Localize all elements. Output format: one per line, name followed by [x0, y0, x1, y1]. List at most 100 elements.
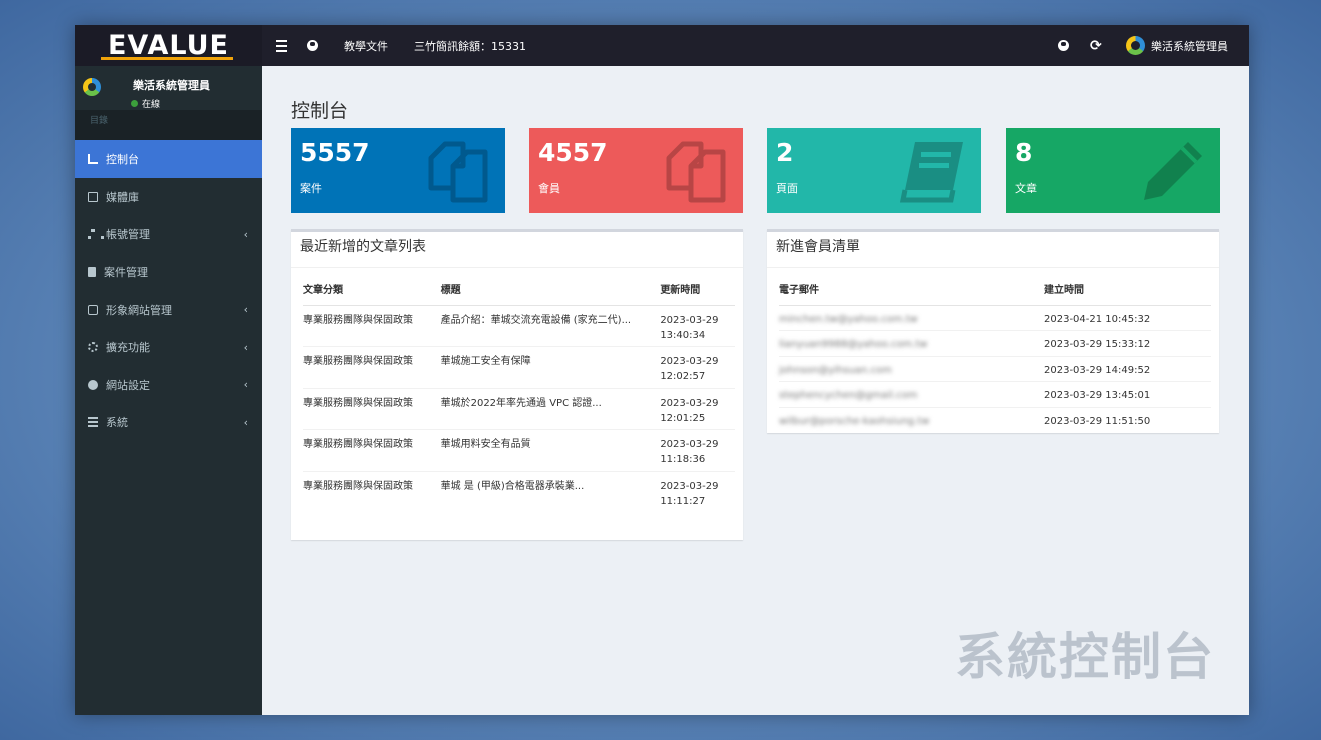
column-header: 更新時間	[660, 272, 735, 306]
sitemap-icon	[88, 229, 104, 240]
chevron-left-icon: ‹	[243, 378, 248, 392]
table-row[interactable]: lianyuan9988@yahoo.com.tw 2023-03-29 15:…	[779, 330, 1211, 356]
sidebar-item-website[interactable]: 形象網站管理 ‹	[75, 291, 262, 329]
info-box-number: 8	[1015, 138, 1033, 167]
status-dot-icon	[131, 100, 138, 107]
member-email: wilbur@porsche-kaohsiung.tw	[779, 406, 1044, 433]
clone-icon	[88, 304, 98, 315]
sidebar-item-label: 帳號管理	[106, 228, 150, 242]
column-header: 電子郵件	[779, 272, 1044, 306]
info-box-number: 4557	[538, 138, 608, 167]
table-row[interactable]: johnson@yihsuan.com 2023-03-29 14:49:52	[779, 355, 1211, 382]
image-icon	[88, 191, 98, 202]
member-created: 2023-03-29 13:45:01	[1044, 381, 1211, 407]
article-category: 專業服務團隊與保固政策	[303, 470, 441, 513]
sms-balance: 三竹簡訊餘額：15331	[414, 39, 526, 53]
article-title[interactable]: 華城用料安全有品質	[440, 429, 661, 471]
new-members-box: 新進會員清單 電子郵件 建立時間 minchen.tw@yahoo.com.tw…	[767, 229, 1219, 433]
sidebar-item-label: 系統	[106, 416, 128, 430]
member-email: stephencychen@gmail.com	[779, 381, 1044, 407]
info-box-pages[interactable]: 2 頁面	[767, 128, 981, 213]
user-menu[interactable]: 樂活系統管理員	[1126, 25, 1228, 66]
article-title[interactable]: 華城 是 (甲級)合格電器承裝業...	[440, 470, 661, 513]
info-box-members[interactable]: 4557 會員	[529, 128, 743, 213]
globe-icon[interactable]	[307, 25, 318, 66]
sidebar-item-site-settings[interactable]: 網站設定 ‹	[75, 366, 262, 404]
book-icon	[899, 142, 963, 203]
sidebar-item-media[interactable]: 媒體庫	[75, 178, 262, 216]
sidebar-item-label: 網站設定	[106, 378, 150, 392]
avatar	[83, 78, 101, 96]
sidebar-item-dashboard[interactable]: 控制台	[75, 140, 262, 178]
member-email: johnson@yihsuan.com	[779, 355, 1044, 382]
table-row[interactable]: stephencychen@gmail.com 2023-03-29 13:45…	[779, 381, 1211, 407]
member-email: minchen.tw@yahoo.com.tw	[779, 304, 1044, 331]
user-menu-name: 樂活系統管理員	[1151, 39, 1228, 53]
logo-accent	[101, 57, 233, 60]
article-category: 專業服務團隊與保固政策	[303, 429, 441, 471]
user-panel: 樂活系統管理員 在線	[75, 66, 262, 110]
main-content: 控制台 5557 案件 4557 會員 2 頁面 8 文章 最近新增的文章列表 …	[262, 66, 1249, 715]
sidebar: 樂活系統管理員 在線 目錄 控制台 媒體庫 帳號管理 ‹ 案件管理 形象網站管理	[75, 66, 262, 715]
logo[interactable]: EVALUE	[75, 25, 262, 66]
article-title[interactable]: 華城施工安全有保障	[440, 346, 661, 388]
cogs-icon	[88, 342, 98, 353]
table-row[interactable]: 專業服務團隊與保固政策 華城 是 (甲級)合格電器承裝業... 2023-03-…	[303, 470, 735, 513]
members-table: 電子郵件 建立時間 minchen.tw@yahoo.com.tw 2023-0…	[779, 272, 1211, 433]
online-status: 在線	[131, 97, 160, 110]
sidebar-item-label: 擴充功能	[106, 341, 150, 355]
sidebar-item-label: 控制台	[106, 153, 139, 166]
table-row[interactable]: 專業服務團隊與保固政策 華城於2022年率先通過 VPC 認證... 2023-…	[303, 387, 735, 430]
chevron-left-icon: ‹	[243, 415, 248, 429]
article-updated: 2023-03-29 11:18:36	[660, 429, 735, 471]
table-row[interactable]: 專業服務團隊與保固政策 華城施工安全有保障 2023-03-29 12:02:5…	[303, 346, 735, 388]
info-box-label: 頁面	[776, 182, 798, 195]
menu-toggle-icon[interactable]	[274, 25, 288, 66]
table-row[interactable]: 專業服務團隊與保固政策 華城用料安全有品質 2023-03-29 11:18:3…	[303, 429, 735, 471]
article-updated: 2023-03-29 13:40:34	[660, 304, 735, 347]
chrome-icon[interactable]	[1058, 25, 1069, 66]
table-row[interactable]: minchen.tw@yahoo.com.tw 2023-04-21 10:45…	[779, 304, 1211, 331]
article-title[interactable]: 產品介紹：華城交流充電設備 (家充二代)...	[440, 304, 661, 347]
sidebar-item-label: 媒體庫	[106, 190, 139, 204]
table-row[interactable]: wilbur@porsche-kaohsiung.tw 2023-03-29 1…	[779, 406, 1211, 433]
sidebar-item-system[interactable]: 系統 ‹	[75, 404, 262, 442]
column-header: 標題	[440, 272, 661, 306]
globe-icon	[88, 379, 98, 390]
app-window: EVALUE 教學文件 三竹簡訊餘額：15331 ⟳ 樂活系統管理員 樂活系統管…	[75, 25, 1249, 715]
chevron-left-icon: ‹	[243, 227, 248, 241]
copy-icon	[666, 141, 726, 203]
member-created: 2023-04-21 10:45:32	[1044, 304, 1211, 331]
pencil-icon	[1144, 142, 1202, 200]
info-box-articles[interactable]: 8 文章	[1006, 128, 1220, 213]
status-text: 在線	[142, 100, 161, 110]
sidebar-item-cases[interactable]: 案件管理	[75, 253, 262, 291]
info-box-label: 會員	[538, 182, 560, 195]
watermark-caption: 系統控制台	[955, 628, 1215, 686]
sidebar-item-label: 形象網站管理	[106, 303, 172, 317]
articles-table: 文章分類 標題 更新時間 專業服務團隊與保固政策 產品介紹：華城交流充電設備 (…	[303, 272, 735, 513]
info-box-cases[interactable]: 5557 案件	[291, 128, 505, 213]
article-category: 專業服務團隊與保固政策	[303, 387, 441, 430]
table-row[interactable]: 專業服務團隊與保固政策 產品介紹：華城交流充電設備 (家充二代)... 2023…	[303, 304, 735, 347]
refresh-icon[interactable]: ⟳	[1090, 25, 1102, 66]
article-title[interactable]: 華城於2022年率先通過 VPC 認證...	[440, 387, 661, 430]
member-created: 2023-03-29 14:49:52	[1044, 355, 1211, 382]
book-icon	[88, 266, 96, 277]
top-navbar: EVALUE 教學文件 三竹簡訊餘額：15331 ⟳ 樂活系統管理員	[75, 25, 1249, 66]
avatar	[1126, 36, 1145, 55]
docs-link[interactable]: 教學文件	[344, 25, 388, 66]
copy-icon	[428, 141, 488, 203]
info-box-label: 文章	[1015, 182, 1037, 195]
article-category: 專業服務團隊與保固政策	[303, 304, 441, 347]
recent-articles-box: 最近新增的文章列表 文章分類 標題 更新時間 專業服務團隊與保固政策 產品介紹：…	[291, 229, 743, 540]
sidebar-item-extensions[interactable]: 擴充功能 ‹	[75, 328, 262, 366]
bar-chart-icon	[88, 154, 98, 164]
menu-header: 目錄	[75, 110, 262, 140]
info-box-number: 2	[776, 138, 794, 167]
member-email: lianyuan9988@yahoo.com.tw	[779, 330, 1044, 356]
info-box-label: 案件	[300, 182, 322, 195]
sidebar-item-accounts[interactable]: 帳號管理 ‹	[75, 216, 262, 254]
sidebar-item-label: 案件管理	[104, 265, 148, 279]
member-created: 2023-03-29 15:33:12	[1044, 330, 1211, 356]
